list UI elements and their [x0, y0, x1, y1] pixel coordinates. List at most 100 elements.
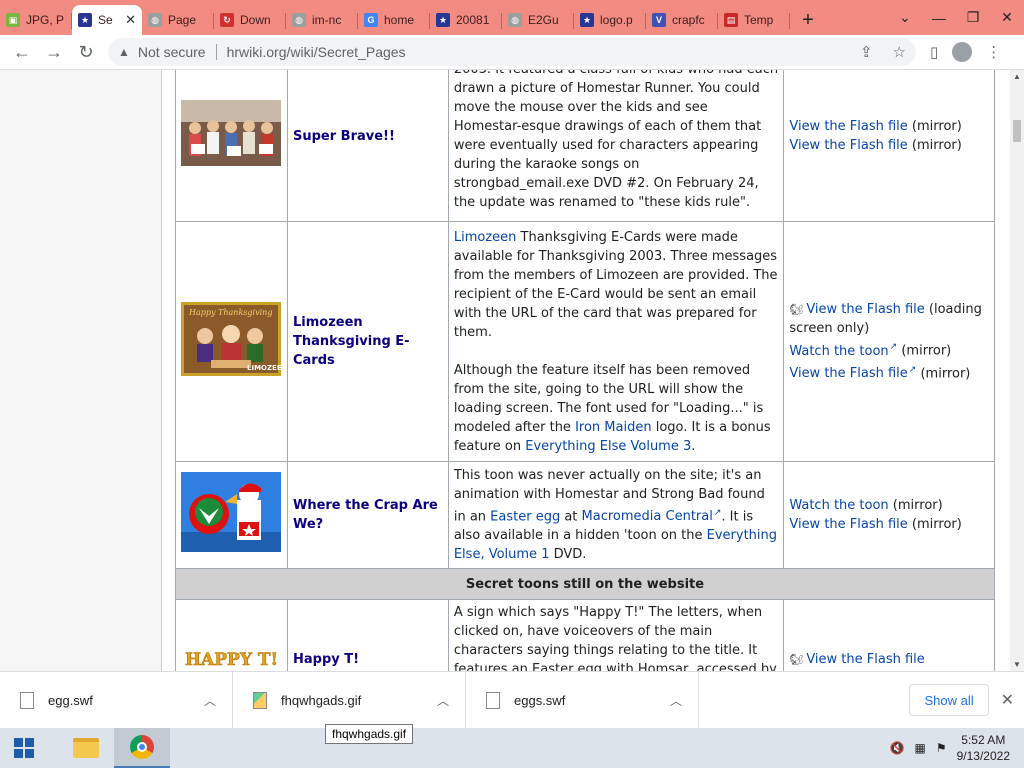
download-item[interactable]: egg.swf ︿ — [0, 671, 233, 729]
tab-label: im-nc — [312, 13, 342, 27]
tab-5[interactable]: Ghome — [358, 5, 430, 35]
close-window-icon[interactable]: ✕ — [990, 9, 1024, 26]
restore-icon[interactable]: ❐ — [956, 9, 990, 26]
tab-3[interactable]: ↻ Down — [214, 5, 286, 35]
tab-search-icon[interactable]: ⌄ — [888, 9, 922, 26]
thumbnail-cell: HAPPY T! — [175, 599, 288, 672]
title-link[interactable]: Limozeen Thanksgiving E-Cards — [293, 315, 410, 368]
flash-file-link[interactable]: View the Flash file — [789, 119, 907, 134]
url-text[interactable]: hrwiki.org/wiki/Secret_Pages — [227, 44, 406, 60]
tab-label: 20081 — [456, 13, 490, 27]
tab-4[interactable]: ◍ im-nc — [286, 5, 358, 35]
tab-favicon-icon: ★ — [436, 13, 450, 27]
thumbnail-cell: Happy Thanksgiving LIMOZEEN — [175, 221, 288, 462]
chrome-taskbar-button[interactable] — [114, 728, 170, 768]
close-shelf-icon[interactable]: ✕ — [1001, 690, 1014, 710]
table-row: Where the Crap Are We? This toon was nev… — [175, 461, 995, 569]
easter-egg-link[interactable]: Easter egg — [490, 509, 560, 524]
super-brave-thumbnail[interactable] — [181, 93, 282, 173]
volume-muted-icon[interactable]: 🔇 — [890, 741, 905, 755]
tab-label: Page — [168, 13, 197, 27]
warning-icon[interactable]: ▲ — [118, 45, 130, 59]
download-filename: eggs.swf — [514, 692, 566, 708]
flash-file-link[interactable]: View the Flash file — [806, 302, 924, 317]
profile-avatar-icon[interactable] — [952, 42, 973, 62]
menu-kebab-icon[interactable]: ⋮ — [986, 43, 1001, 61]
tab-favicon-icon: V — [652, 13, 666, 27]
link-suffix: (mirror) — [897, 343, 952, 359]
description-cell: 2003. It featured a class full of kids w… — [447, 70, 785, 222]
tab-8[interactable]: ★ logo.p — [574, 5, 646, 35]
security-label[interactable]: Not secure — [138, 44, 206, 60]
chevron-up-icon[interactable]: ︿ — [437, 692, 449, 709]
title-link[interactable]: Where the Crap Are We? — [293, 498, 438, 532]
happy-t-thumbnail[interactable]: HAPPY T! — [181, 617, 282, 672]
watch-toon-link[interactable]: Watch the toon — [789, 498, 888, 513]
network-icon[interactable]: ▦ — [915, 741, 926, 755]
where-the-crap-thumbnail[interactable] — [181, 472, 282, 552]
tab-label: crapfc — [672, 13, 705, 27]
share-icon[interactable]: ⇪ — [860, 43, 873, 61]
show-all-button[interactable]: Show all — [909, 684, 989, 716]
toolbar-right: ▯ ⋮ — [930, 42, 1001, 62]
tab-2[interactable]: ◍ Page — [142, 5, 214, 35]
limozeen-link[interactable]: Limozeen — [454, 230, 517, 245]
flash-file-link[interactable]: View the Flash file — [789, 517, 907, 532]
tab-6[interactable]: ★ 20081 — [430, 5, 502, 35]
thumbnail-cell — [175, 461, 288, 569]
tab-7[interactable]: ◍ E2Gu — [502, 5, 574, 35]
reload-icon[interactable]: ↻ — [70, 36, 102, 68]
flash-file-link[interactable]: View the Flash file — [789, 366, 916, 381]
side-panel-icon[interactable]: ▯ — [930, 43, 938, 61]
download-filename: fhqwhgads.gif — [281, 692, 362, 708]
watch-toon-link[interactable]: Watch the toon — [789, 344, 897, 359]
start-button[interactable] — [0, 728, 48, 768]
link-suffix: (mirror) — [916, 365, 971, 381]
thumbnail-caption: Happy Thanksgiving — [188, 308, 272, 317]
forward-arrow-icon[interactable]: → — [38, 36, 70, 68]
file-icon — [486, 691, 500, 709]
flash-file-link[interactable]: View the Flash file — [789, 138, 907, 153]
close-tab-icon[interactable]: ✕ — [125, 12, 136, 28]
page-viewport: Super Brave!! 2003. It featured a class … — [0, 70, 1010, 671]
minimize-icon[interactable]: — — [922, 10, 956, 26]
section-header: Secret toons still on the website — [175, 568, 995, 600]
chevron-up-icon[interactable]: ︿ — [670, 692, 682, 709]
clock[interactable]: 5:52 AM 9/13/2022 — [957, 732, 1010, 764]
links-cell: View the Flash file (mirror) View the Fl… — [783, 70, 995, 222]
macromedia-central-link[interactable]: Macromedia Central — [582, 509, 722, 524]
scroll-down-icon[interactable]: ▼ — [1010, 660, 1024, 669]
download-item[interactable]: fhqwhgads.gif ︿ — [233, 671, 466, 729]
download-filename: egg.swf — [48, 692, 93, 708]
notification-icon[interactable]: ⚑ — [936, 741, 947, 755]
flash-file-link[interactable]: View the Flash file — [806, 652, 924, 667]
everything-else-vol3-link[interactable]: Everything Else Volume 3 — [525, 439, 691, 454]
scrollbar-thumb[interactable] — [1013, 120, 1021, 142]
tab-9[interactable]: Vcrapfc — [646, 5, 718, 35]
limozeen-thumbnail[interactable]: Happy Thanksgiving LIMOZEEN — [181, 299, 282, 379]
address-bar[interactable]: ▲ Not secure hrwiki.org/wiki/Secret_Page… — [108, 38, 916, 66]
new-tab-button[interactable]: + — [790, 5, 826, 35]
tab-favicon-icon: ◍ — [148, 13, 162, 27]
iron-maiden-link[interactable]: Iron Maiden — [575, 420, 652, 435]
title-cell: Super Brave!! — [286, 70, 449, 222]
title-link[interactable]: Happy T! — [293, 652, 359, 667]
back-arrow-icon[interactable]: ← — [6, 36, 38, 68]
tab-0[interactable]: ▣ JPG, P — [0, 5, 72, 35]
tab-favicon-icon: ◍ — [292, 13, 306, 27]
scroll-up-icon[interactable]: ▲ — [1010, 72, 1024, 81]
vertical-scrollbar[interactable]: ▲ ▼ — [1010, 70, 1024, 671]
tab-active[interactable]: ★ Se ✕ — [72, 5, 142, 35]
description-text: . — [691, 438, 696, 454]
chevron-up-icon[interactable]: ︿ — [204, 692, 216, 709]
tab-10[interactable]: ▤ Temp — [718, 5, 790, 35]
thumbnail-cell — [175, 70, 288, 222]
download-item[interactable]: eggs.swf ︿ — [466, 671, 699, 729]
windows-taskbar: 🔇 ▦ ⚑ 5:52 AM 9/13/2022 — [0, 728, 1024, 768]
wiki-content: Super Brave!! 2003. It featured a class … — [161, 70, 1010, 671]
table-row: Happy Thanksgiving LIMOZEEN Limozeen Tha… — [175, 221, 995, 462]
title-link[interactable]: Super Brave!! — [293, 129, 395, 144]
bookmark-star-icon[interactable]: ☆ — [893, 43, 906, 61]
file-explorer-button[interactable] — [58, 728, 114, 768]
description-paragraph: Although the feature itself has been rem… — [454, 361, 779, 456]
